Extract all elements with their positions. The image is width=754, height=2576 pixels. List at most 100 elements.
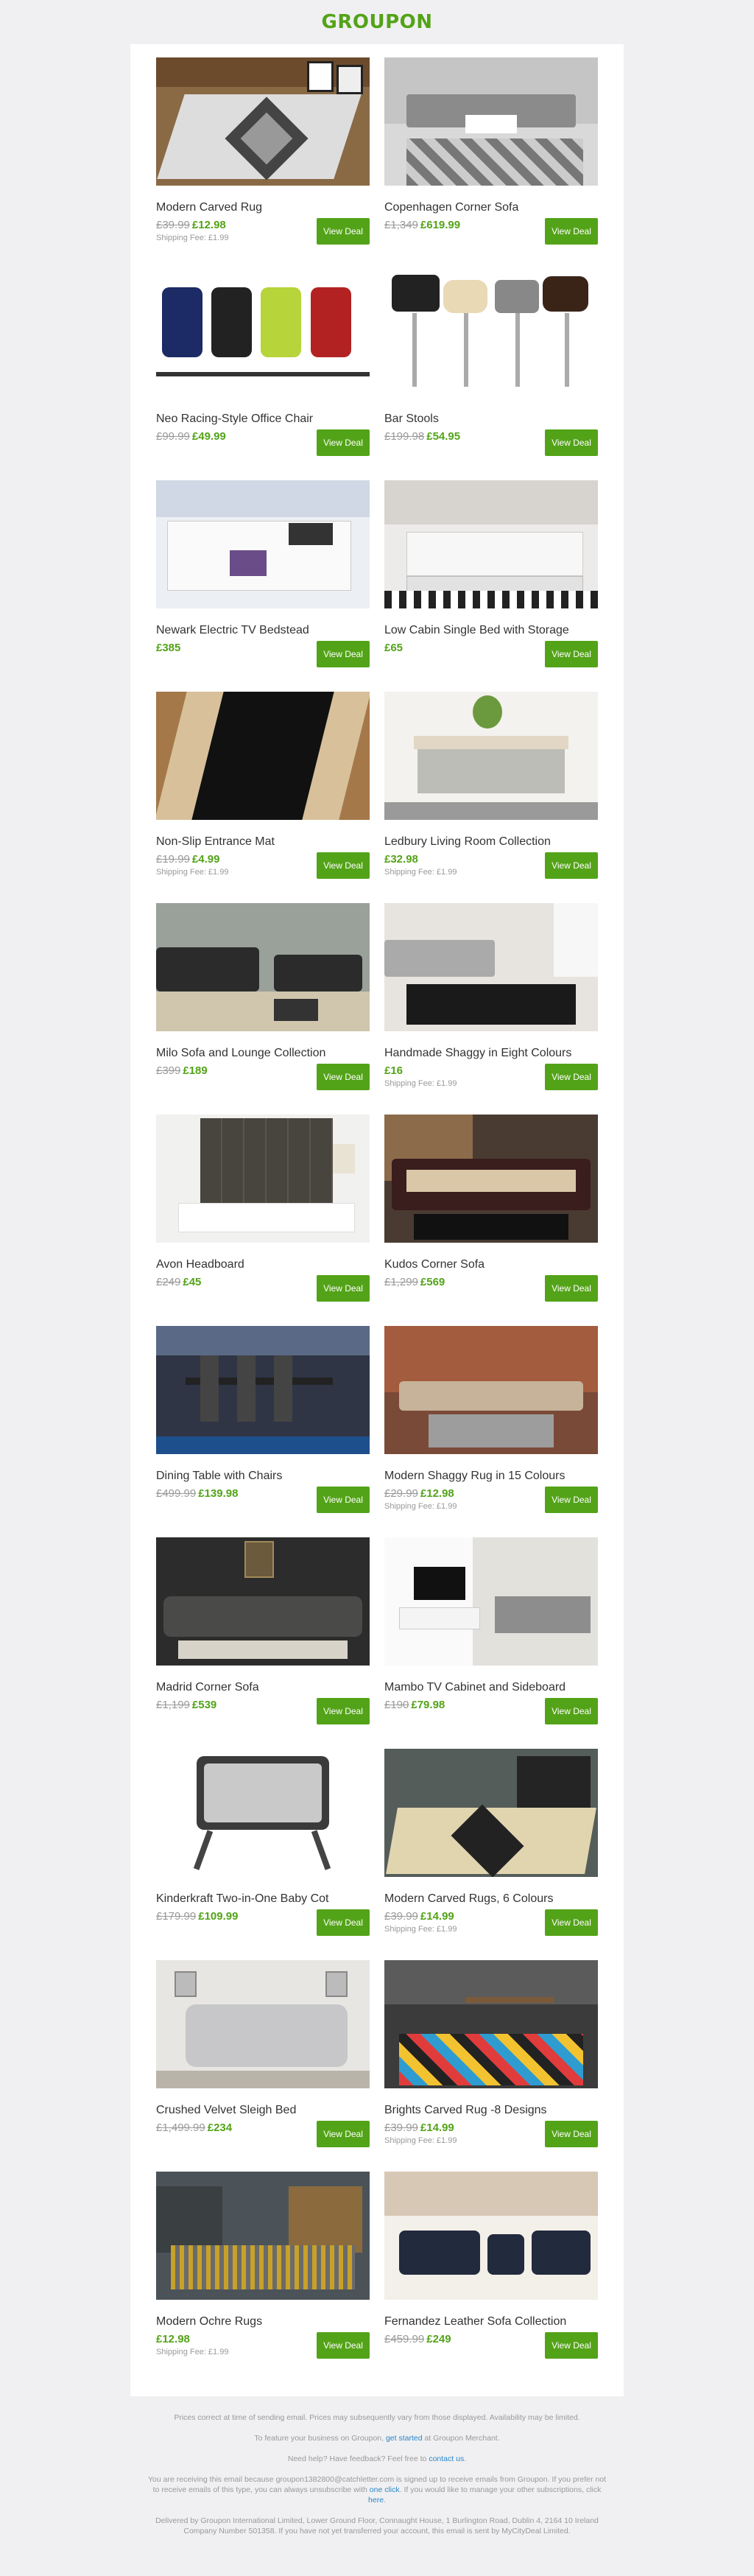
deal-card-modern-carved-rugs-6-colours[interactable]: Modern Carved Rugs, 6 Colours £39.99 £14.9… <box>384 1749 598 1960</box>
view-deal-button[interactable]: View Deal <box>545 1275 598 1302</box>
deal-footer: £39.99 £14.99 Shipping Fee: £1.99 View Deal <box>384 2121 598 2147</box>
deal-title[interactable]: Non-Slip Entrance Mat <box>156 835 370 849</box>
deal-title[interactable]: Mambo TV Cabinet and Sideboard <box>384 1680 598 1695</box>
view-deal-button[interactable]: View Deal <box>317 1487 370 1513</box>
unsubscribe-link[interactable]: one click <box>370 2485 400 2494</box>
deal-title[interactable]: Bar Stools <box>384 412 598 427</box>
deal-card-ledbury-living-room-collection[interactable]: Ledbury Living Room Collection £32.98 Ship… <box>384 692 598 903</box>
deal-card-non-slip-entrance-mat[interactable]: Non-Slip Entrance Mat £19.99 £4.99 Shipping… <box>156 692 370 903</box>
deal-card-kinderkraft-two-in-one-baby-cot[interactable]: Kinderkraft Two-in-One Baby Cot £179.99 £1… <box>156 1749 370 1960</box>
deal-card-newark-electric-tv-bedstead[interactable]: Newark Electric TV Bedstead £385 View Deal <box>156 480 370 692</box>
deal-title[interactable]: Kudos Corner Sofa <box>384 1257 598 1272</box>
groupon-logo[interactable]: GROUPON <box>322 11 433 33</box>
deal-card-modern-shaggy-rug-in-15-colours[interactable]: Modern Shaggy Rug in 15 Colours £29.99 £12… <box>384 1326 598 1537</box>
view-deal-button[interactable]: View Deal <box>317 641 370 667</box>
deal-card-kudos-corner-sofa[interactable]: Kudos Corner Sofa £1,299 £569 View Deal <box>384 1115 598 1326</box>
deal-card-bar-stools[interactable]: Bar Stools £199.98 £54.95 View Deal <box>384 269 598 480</box>
deal-image[interactable] <box>384 1537 598 1666</box>
deal-title[interactable]: Modern Carved Rugs, 6 Colours <box>384 1892 598 1906</box>
view-deal-button[interactable]: View Deal <box>545 1909 598 1936</box>
deal-image[interactable] <box>384 903 598 1031</box>
deal-image[interactable] <box>156 1960 370 2088</box>
deal-image[interactable] <box>156 1537 370 1666</box>
view-deal-button[interactable]: View Deal <box>545 1064 598 1090</box>
deal-card-dining-table-with-chairs[interactable]: Dining Table with Chairs £499.99 £139.98 Vi… <box>156 1326 370 1537</box>
view-deal-button[interactable]: View Deal <box>545 2332 598 2359</box>
view-deal-button[interactable]: View Deal <box>317 1275 370 1302</box>
deal-card-milo-sofa-and-lounge-collection[interactable]: Milo Sofa and Lounge Collection £399 £189 V… <box>156 903 370 1115</box>
deal-image[interactable] <box>384 1749 598 1877</box>
deal-image[interactable] <box>156 692 370 820</box>
deal-card-crushed-velvet-sleigh-bed[interactable]: Crushed Velvet Sleigh Bed £1,499.99 £234 Vi… <box>156 1960 370 2172</box>
deal-image[interactable] <box>156 2172 370 2300</box>
help-text-end: . <box>464 2454 467 2463</box>
deal-title[interactable]: Handmade Shaggy in Eight Colours <box>384 1046 598 1061</box>
view-deal-button[interactable]: View Deal <box>545 1487 598 1513</box>
deal-title[interactable]: Fernandez Leather Sofa Collection <box>384 2314 598 2329</box>
deal-card-madrid-corner-sofa[interactable]: Madrid Corner Sofa £1,199 £539 View Deal <box>156 1537 370 1749</box>
deal-card-fernandez-leather-sofa-collection[interactable]: Fernandez Leather Sofa Collection £459.99… <box>384 2172 598 2383</box>
get-started-link[interactable]: get started <box>386 2434 423 2443</box>
deal-title[interactable]: Low Cabin Single Bed with Storage <box>384 623 598 638</box>
deal-image[interactable] <box>384 269 598 397</box>
deal-card-brights-carved-rug-8-designs[interactable]: Brights Carved Rug -8 Designs £39.99 £14.9… <box>384 1960 598 2172</box>
deal-card-neo-racing-style-office-chair[interactable]: Neo Racing-Style Office Chair £99.99 £49.9… <box>156 269 370 480</box>
deal-image[interactable] <box>384 1326 598 1454</box>
deal-image[interactable] <box>384 57 598 186</box>
deal-image[interactable] <box>384 2172 598 2300</box>
view-deal-button[interactable]: View Deal <box>317 1064 370 1090</box>
deal-title[interactable]: Dining Table with Chairs <box>156 1469 370 1484</box>
deal-image[interactable] <box>156 1115 370 1243</box>
deal-image[interactable] <box>156 480 370 608</box>
view-deal-button[interactable]: View Deal <box>317 218 370 245</box>
deal-title[interactable]: Kinderkraft Two-in-One Baby Cot <box>156 1892 370 1906</box>
deal-title[interactable]: Copenhagen Corner Sofa <box>384 200 598 215</box>
deal-card-modern-carved-rug[interactable]: Modern Carved Rug £39.99 £12.98 Shipping Fe… <box>156 57 370 269</box>
manage-subscriptions-link[interactable]: here <box>368 2496 384 2505</box>
deal-card-modern-ochre-rugs[interactable]: Modern Ochre Rugs £12.98 Shipping Fee: £1.… <box>156 2172 370 2383</box>
original-price: £459.99 <box>384 2333 425 2345</box>
deal-image[interactable] <box>156 1326 370 1454</box>
view-deal-button[interactable]: View Deal <box>317 2121 370 2147</box>
deal-card-mambo-tv-cabinet-and-sideboard[interactable]: Mambo TV Cabinet and Sideboard £190 £79.98… <box>384 1537 598 1749</box>
view-deal-button[interactable]: View Deal <box>545 2121 598 2147</box>
deal-title[interactable]: Newark Electric TV Bedstead <box>156 623 370 638</box>
deal-image[interactable] <box>384 1115 598 1243</box>
deal-title[interactable]: Neo Racing-Style Office Chair <box>156 412 370 427</box>
deal-title[interactable]: Ledbury Living Room Collection <box>384 835 598 849</box>
view-deal-button[interactable]: View Deal <box>317 852 370 879</box>
deal-image[interactable] <box>156 903 370 1031</box>
deal-footer: £39.99 £12.98 Shipping Fee: £1.99 View Deal <box>156 218 370 245</box>
view-deal-button[interactable]: View Deal <box>545 641 598 667</box>
deal-title[interactable]: Modern Ochre Rugs <box>156 2314 370 2329</box>
view-deal-button[interactable]: View Deal <box>317 2332 370 2359</box>
deal-image[interactable] <box>156 269 370 397</box>
deal-price: £12.98 <box>156 2333 190 2345</box>
deal-title[interactable]: Modern Carved Rug <box>156 200 370 215</box>
deal-card-copenhagen-corner-sofa[interactable]: Copenhagen Corner Sofa £1,349 £619.99 View … <box>384 57 598 269</box>
view-deal-button[interactable]: View Deal <box>545 218 598 245</box>
deal-price: £139.98 <box>198 1487 239 1500</box>
view-deal-button[interactable]: View Deal <box>317 429 370 456</box>
deal-image[interactable] <box>384 1960 598 2088</box>
deal-image[interactable] <box>384 692 598 820</box>
deal-title[interactable]: Brights Carved Rug -8 Designs <box>384 2103 598 2118</box>
view-deal-button[interactable]: View Deal <box>317 1909 370 1936</box>
view-deal-button[interactable]: View Deal <box>545 852 598 879</box>
deal-title[interactable]: Crushed Velvet Sleigh Bed <box>156 2103 370 2118</box>
deal-card-low-cabin-single-bed-with-storage[interactable]: Low Cabin Single Bed with Storage £65 View… <box>384 480 598 692</box>
legal-note: Delivered by Groupon International Limit… <box>155 2516 599 2535</box>
deal-title[interactable]: Madrid Corner Sofa <box>156 1680 370 1695</box>
contact-us-link[interactable]: contact us <box>429 2454 464 2463</box>
deal-card-handmade-shaggy-in-eight-colours[interactable]: Handmade Shaggy in Eight Colours £16 Shipp… <box>384 903 598 1115</box>
view-deal-button[interactable]: View Deal <box>545 429 598 456</box>
deal-title[interactable]: Avon Headboard <box>156 1257 370 1272</box>
view-deal-button[interactable]: View Deal <box>545 1698 598 1724</box>
deal-title[interactable]: Modern Shaggy Rug in 15 Colours <box>384 1469 598 1484</box>
deal-image[interactable] <box>156 1749 370 1877</box>
deal-card-avon-headboard[interactable]: Avon Headboard £249 £45 View Deal <box>156 1115 370 1326</box>
deal-image[interactable] <box>384 480 598 608</box>
view-deal-button[interactable]: View Deal <box>317 1698 370 1724</box>
deal-image[interactable] <box>156 57 370 186</box>
deal-title[interactable]: Milo Sofa and Lounge Collection <box>156 1046 370 1061</box>
